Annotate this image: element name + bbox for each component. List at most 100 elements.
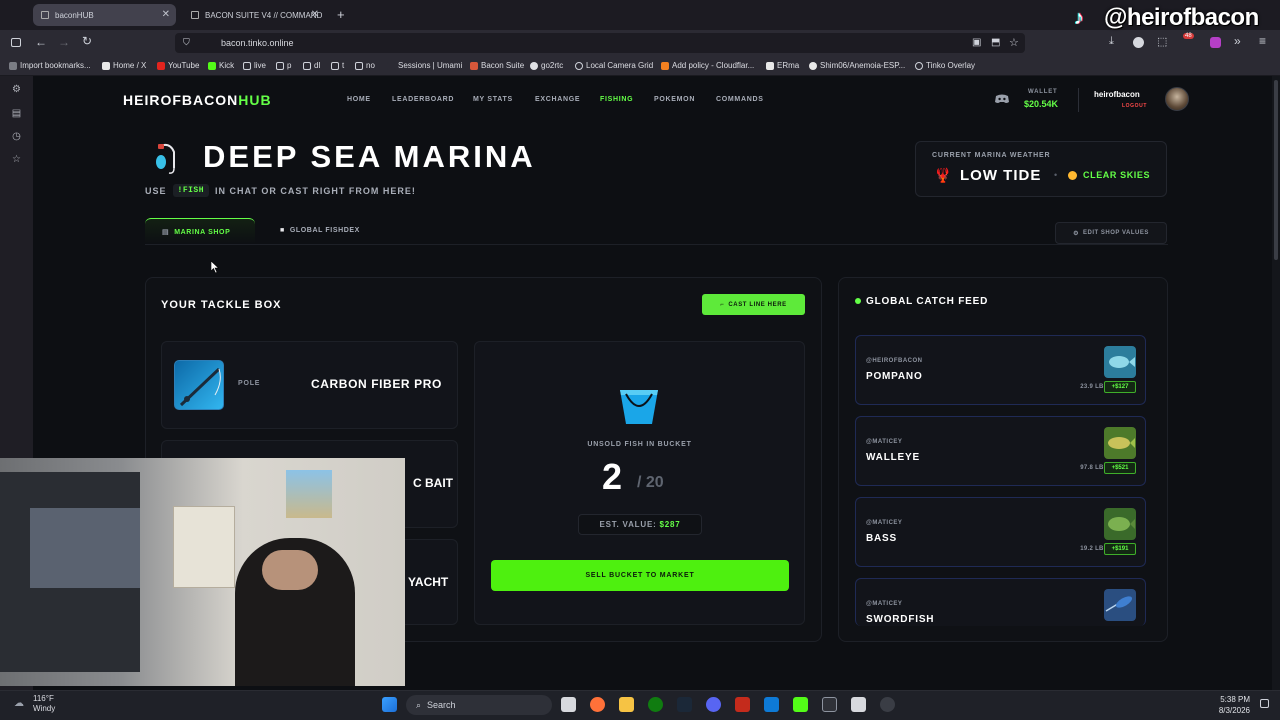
profile-icon[interactable]: [1210, 37, 1221, 48]
url-text[interactable]: bacon.tinko.online: [221, 38, 294, 48]
nav-exchange[interactable]: EXCHANGE: [535, 96, 580, 103]
bookmark-folder-t[interactable]: t: [331, 61, 344, 70]
cast-line-button[interactable]: ⌐ CAST LINE HERE: [702, 294, 805, 315]
discord-icon[interactable]: [995, 94, 1009, 104]
scrollbar-thumb[interactable]: [1274, 80, 1278, 260]
bait-name: C BAIT: [413, 476, 453, 490]
xbox-icon[interactable]: [648, 697, 663, 712]
bookmark-youtube[interactable]: YouTube: [157, 61, 199, 70]
bookmark-bacon-suite[interactable]: Bacon Suite: [470, 61, 524, 70]
bookmark-folder-no[interactable]: no: [355, 61, 375, 70]
history-icon[interactable]: ◷: [11, 131, 22, 142]
obs-icon[interactable]: [880, 697, 895, 712]
bookmark-kick[interactable]: Kick: [208, 61, 234, 70]
tab-marina-shop-label[interactable]: ▤ MARINA SHOP: [162, 228, 230, 237]
tide-status: LOW TIDE: [960, 167, 1042, 184]
tab-global-fishdex[interactable]: ■ GLOBAL FISHDEX: [280, 227, 360, 234]
catch-item: @MATICEY WALLEYE 97.8 LBS +$521: [855, 416, 1146, 486]
nav-my-stats[interactable]: MY STATS: [473, 96, 513, 103]
forward-icon[interactable]: →: [58, 35, 70, 49]
bookmark-folder-p[interactable]: p: [276, 61, 291, 70]
logout-link[interactable]: LOGOUT: [1122, 103, 1147, 109]
screenshot-icon[interactable]: ▣: [972, 37, 981, 48]
firefox-icon[interactable]: [590, 697, 605, 712]
notepad-icon[interactable]: [851, 697, 866, 712]
account-icon[interactable]: [1133, 37, 1144, 48]
nav-commands[interactable]: COMMANDS: [716, 96, 764, 103]
bookmark-umami[interactable]: Sessions | Umami: [387, 61, 462, 70]
sell-bucket-button[interactable]: SELL BUCKET TO MARKET: [491, 560, 789, 591]
est-label: EST. VALUE:: [599, 520, 657, 529]
more-tools-icon[interactable]: »: [1234, 34, 1241, 48]
bookmark-label: ERma: [777, 61, 800, 70]
bookmark-label: Add policy - Cloudflar...: [672, 61, 755, 70]
catch-user: @MATICEY: [866, 601, 903, 607]
bookmark-tinko[interactable]: Tinko Overlay: [915, 61, 975, 70]
task-view-icon[interactable]: [561, 697, 576, 712]
taskbar-weather[interactable]: 116°F Windy: [33, 694, 55, 714]
extension-badge[interactable]: 48: [1183, 33, 1194, 39]
bookmark-label: Shim06/Anemoia-ESP...: [820, 61, 906, 70]
bookmark-label: p: [287, 61, 292, 70]
kick-app-icon[interactable]: [793, 697, 808, 712]
monitor-screen: [30, 508, 140, 588]
bucket-capacity: / 20: [637, 474, 664, 491]
close-tab-icon[interactable]: ✕: [162, 9, 170, 20]
pole-name: CARBON FIBER PRO: [311, 377, 442, 391]
nav-fishing[interactable]: FISHING: [600, 96, 633, 103]
site-logo[interactable]: HEIROFBACONHUB: [123, 92, 272, 108]
globe-icon: [575, 61, 583, 70]
bookmark-star-icon[interactable]: ☆: [1009, 36, 1019, 49]
bookmark-go2rtc[interactable]: go2rtc: [530, 61, 563, 70]
tabs-divider: [145, 244, 1168, 245]
ai-chat-icon[interactable]: ⚙: [11, 84, 22, 95]
tab-baconhub[interactable]: baconHUB ✕: [33, 4, 176, 26]
bookmark-erma[interactable]: ERma: [766, 61, 799, 70]
bookmark-import[interactable]: Import bookmarks...: [9, 61, 91, 70]
start-icon[interactable]: [382, 697, 397, 712]
site-info-icon[interactable]: ⛉: [183, 37, 190, 48]
notification-icon[interactable]: [1260, 699, 1269, 708]
x-icon: [102, 61, 110, 70]
folder-icon: [355, 61, 363, 70]
bookmark-x[interactable]: Home / X: [102, 61, 146, 70]
swordfish-icon: [1104, 589, 1136, 621]
bookmark-cloudflare[interactable]: Add policy - Cloudflar...: [661, 61, 754, 70]
bookmark-folder-live[interactable]: live: [243, 61, 266, 70]
reload-icon[interactable]: ↻: [82, 34, 92, 48]
extensions-icon[interactable]: ⬚: [1157, 35, 1167, 48]
taskbar-clock[interactable]: 5:38 PM 8/3/2026: [1212, 694, 1250, 716]
bookmark-label: Kick: [219, 61, 235, 70]
tabs-icon[interactable]: ▤: [11, 108, 22, 119]
bookmark-github[interactable]: Shim06/Anemoia-ESP...: [809, 61, 905, 70]
steam-icon[interactable]: [677, 697, 692, 712]
back-icon[interactable]: ←: [35, 35, 47, 49]
discord-app-icon[interactable]: [706, 697, 721, 712]
new-tab-icon[interactable]: +: [337, 7, 345, 22]
bookmark-camera-grid[interactable]: Local Camera Grid: [575, 61, 653, 70]
menu-icon[interactable]: ≡: [1259, 34, 1266, 48]
browser-toolbar: ← → ↻ ⛉ bacon.tinko.online ▣ ⬒ ☆ ⤓ ⬚ 48 …: [0, 30, 1280, 56]
page-favicon: [191, 11, 199, 19]
sidebar-toggle-icon[interactable]: [11, 38, 21, 47]
taskbar-search[interactable]: ⌕ Search: [406, 695, 552, 715]
edit-shop-values-button[interactable]: ⚙ EDIT SHOP VALUES: [1055, 222, 1167, 244]
page-favicon: [41, 11, 49, 19]
page-subtitle: USE !FISH IN CHAT OR CAST RIGHT FROM HER…: [145, 184, 416, 197]
save-page-icon[interactable]: ⬒: [991, 37, 1000, 48]
voicemeeter-icon[interactable]: [735, 697, 750, 712]
address-bar[interactable]: ⛉ bacon.tinko.online ▣ ⬒ ☆: [175, 33, 1025, 53]
vscode-icon[interactable]: [764, 697, 779, 712]
tab-bacon-suite[interactable]: BACON SUITE V4 // COMMAND ✕: [183, 4, 325, 26]
bookmark-folder-dl[interactable]: dl: [303, 61, 320, 70]
nav-leaderboard[interactable]: LEADERBOARD: [392, 96, 454, 103]
terminal-icon[interactable]: [822, 697, 837, 712]
close-tab-icon[interactable]: ✕: [311, 9, 319, 20]
bookmarks-icon[interactable]: ☆: [11, 154, 22, 165]
nav-pokemon[interactable]: POKEMON: [654, 96, 695, 103]
nav-home[interactable]: HOME: [347, 96, 371, 103]
fish-command: !FISH: [172, 184, 210, 197]
downloads-icon[interactable]: ⤓: [1109, 35, 1114, 48]
file-explorer-icon[interactable]: [619, 697, 634, 712]
avatar[interactable]: [1165, 87, 1189, 111]
